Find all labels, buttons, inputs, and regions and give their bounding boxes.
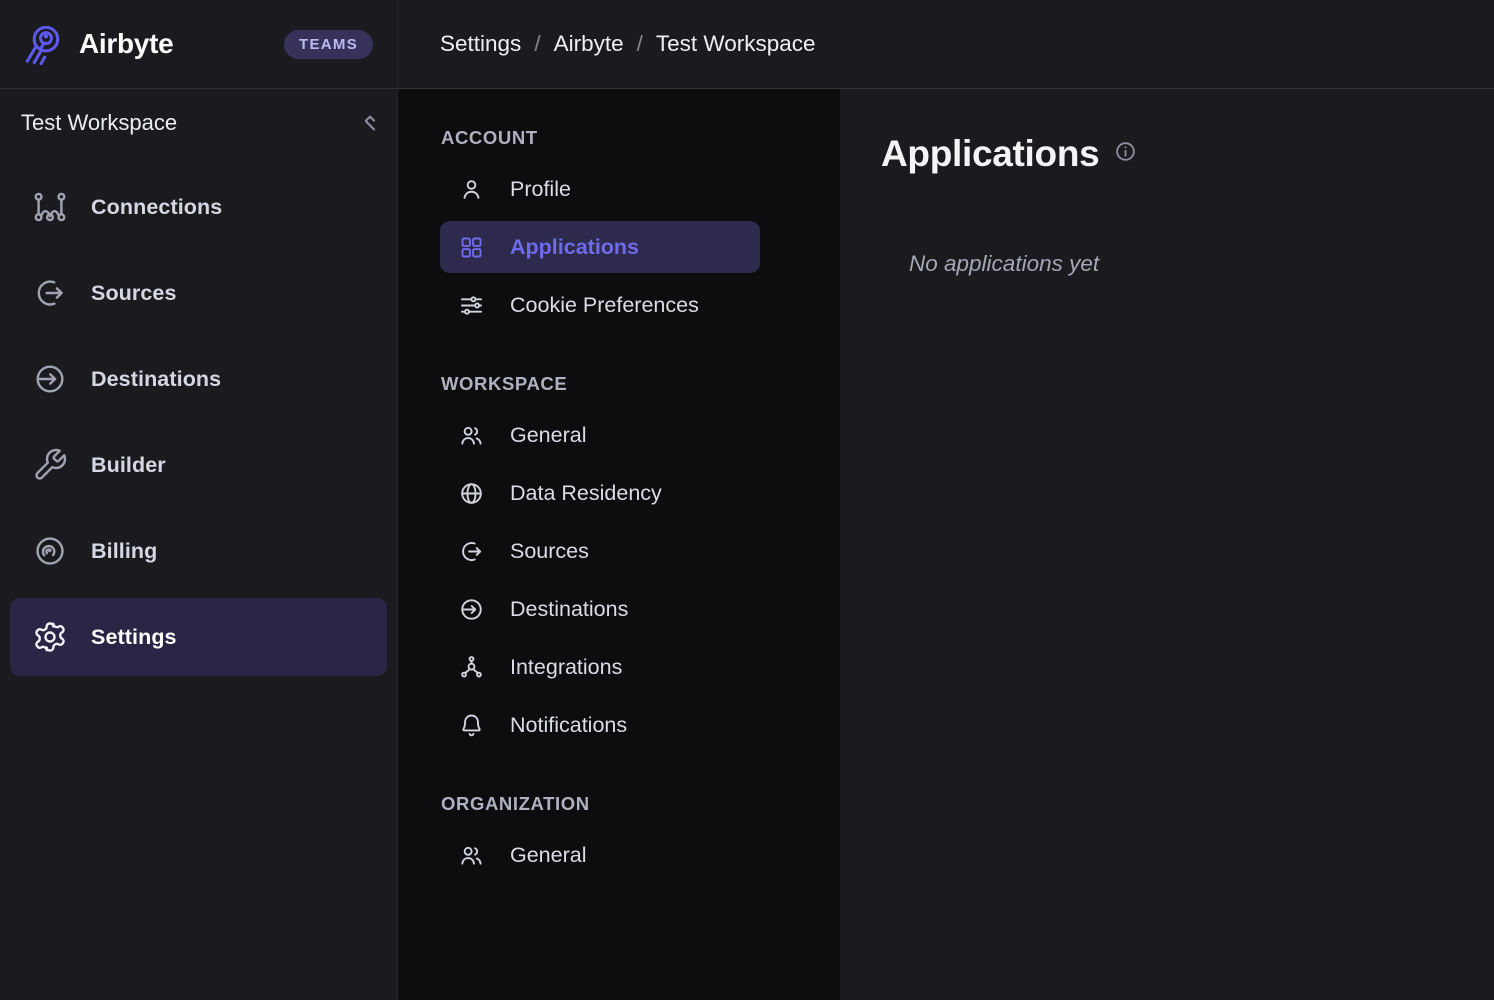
destination-icon <box>32 361 68 397</box>
breadcrumb-workspace[interactable]: Test Workspace <box>656 31 816 57</box>
settings-section-title: ACCOUNT <box>441 127 840 149</box>
sidebar-item-label: Sources <box>91 281 177 306</box>
settings-item-applications[interactable]: Applications <box>440 221 760 273</box>
sidebar-item-label: Connections <box>91 195 222 220</box>
settings-item-destinations[interactable]: Destinations <box>440 583 760 635</box>
breadcrumb-separator: / <box>534 31 540 57</box>
settings-item-label: Sources <box>510 539 589 564</box>
settings-section-account: ACCOUNT Profile Applications Cookie Prefere… <box>440 127 840 331</box>
airbyte-logo-link[interactable]: Airbyte <box>20 21 173 68</box>
sidebar-item-builder[interactable]: Builder <box>10 426 387 504</box>
settings-item-label: General <box>510 843 587 868</box>
airbyte-logo-icon <box>20 21 67 68</box>
settings-section-workspace: WORKSPACE General Data Residency Sources Des… <box>440 373 840 751</box>
empty-state-text: No applications yet <box>909 251 1454 277</box>
settings-item-notifications[interactable]: Notifications <box>440 699 760 751</box>
settings-item-label: Destinations <box>510 597 628 622</box>
logo-row: Airbyte TEAMS <box>0 0 397 89</box>
main-content: Applications No applications yet <box>840 89 1494 1000</box>
builder-icon <box>32 447 68 483</box>
globe-icon <box>458 480 485 507</box>
settings-item-label: General <box>510 423 587 448</box>
breadcrumb: Settings / Airbyte / Test Workspace <box>440 31 816 57</box>
gear-icon <box>32 619 68 655</box>
people-icon <box>458 842 485 869</box>
settings-item-label: Cookie Preferences <box>510 293 699 318</box>
title-row: Applications <box>881 133 1454 175</box>
sidebar-item-label: Billing <box>91 539 157 564</box>
topbar: Settings / Airbyte / Test Workspace <box>398 0 1494 89</box>
sidebar-item-settings[interactable]: Settings <box>10 598 387 676</box>
sidebar-item-label: Builder <box>91 453 166 478</box>
settings-item-profile[interactable]: Profile <box>440 163 760 215</box>
integrations-icon <box>458 654 485 681</box>
settings-section-title: WORKSPACE <box>441 373 840 395</box>
settings-item-cookie-preferences[interactable]: Cookie Preferences <box>440 279 760 331</box>
settings-item-general[interactable]: General <box>440 829 760 881</box>
settings-item-general[interactable]: General <box>440 409 760 461</box>
people-icon <box>458 422 485 449</box>
sidebar-nav: Connections Sources Destinations Builder Bil… <box>0 157 397 676</box>
settings-item-data-residency[interactable]: Data Residency <box>440 467 760 519</box>
source-icon <box>32 275 68 311</box>
settings-item-integrations[interactable]: Integrations <box>440 641 760 693</box>
settings-item-label: Notifications <box>510 713 627 738</box>
connections-icon <box>32 189 68 225</box>
billing-icon <box>32 533 68 569</box>
grid-icon <box>458 234 485 261</box>
content-row: ACCOUNT Profile Applications Cookie Prefere… <box>398 89 1494 1000</box>
sidebar-item-label: Destinations <box>91 367 221 392</box>
settings-item-label: Profile <box>510 177 571 202</box>
settings-item-label: Data Residency <box>510 481 662 506</box>
sidebar-item-billing[interactable]: Billing <box>10 512 387 590</box>
main-column: Settings / Airbyte / Test Workspace ACCO… <box>398 0 1494 1000</box>
brand-name: Airbyte <box>79 28 173 60</box>
source-icon <box>458 538 485 565</box>
settings-section-title: ORGANIZATION <box>441 793 840 815</box>
person-icon <box>458 176 485 203</box>
page-title: Applications <box>881 133 1099 175</box>
sliders-icon <box>458 292 485 319</box>
chevron-updown-icon <box>357 110 383 136</box>
teams-badge: TEAMS <box>284 30 373 59</box>
sidebar-item-label: Settings <box>91 625 177 650</box>
breadcrumb-separator: / <box>637 31 643 57</box>
bell-icon <box>458 712 485 739</box>
info-icon[interactable] <box>1114 140 1137 163</box>
settings-item-label: Integrations <box>510 655 622 680</box>
workspace-name: Test Workspace <box>21 110 177 136</box>
sidebar: Airbyte TEAMS Test Workspace Connections… <box>0 0 398 1000</box>
settings-item-sources[interactable]: Sources <box>440 525 760 577</box>
breadcrumb-organization[interactable]: Airbyte <box>554 31 624 57</box>
sidebar-item-sources[interactable]: Sources <box>10 254 387 332</box>
workspace-switcher[interactable]: Test Workspace <box>0 89 397 157</box>
settings-nav: ACCOUNT Profile Applications Cookie Prefere… <box>398 89 840 1000</box>
settings-section-organization: ORGANIZATION General <box>440 793 840 881</box>
sidebar-item-destinations[interactable]: Destinations <box>10 340 387 418</box>
breadcrumb-settings[interactable]: Settings <box>440 31 521 57</box>
settings-item-label: Applications <box>510 235 639 260</box>
sidebar-item-connections[interactable]: Connections <box>10 168 387 246</box>
destination-icon <box>458 596 485 623</box>
